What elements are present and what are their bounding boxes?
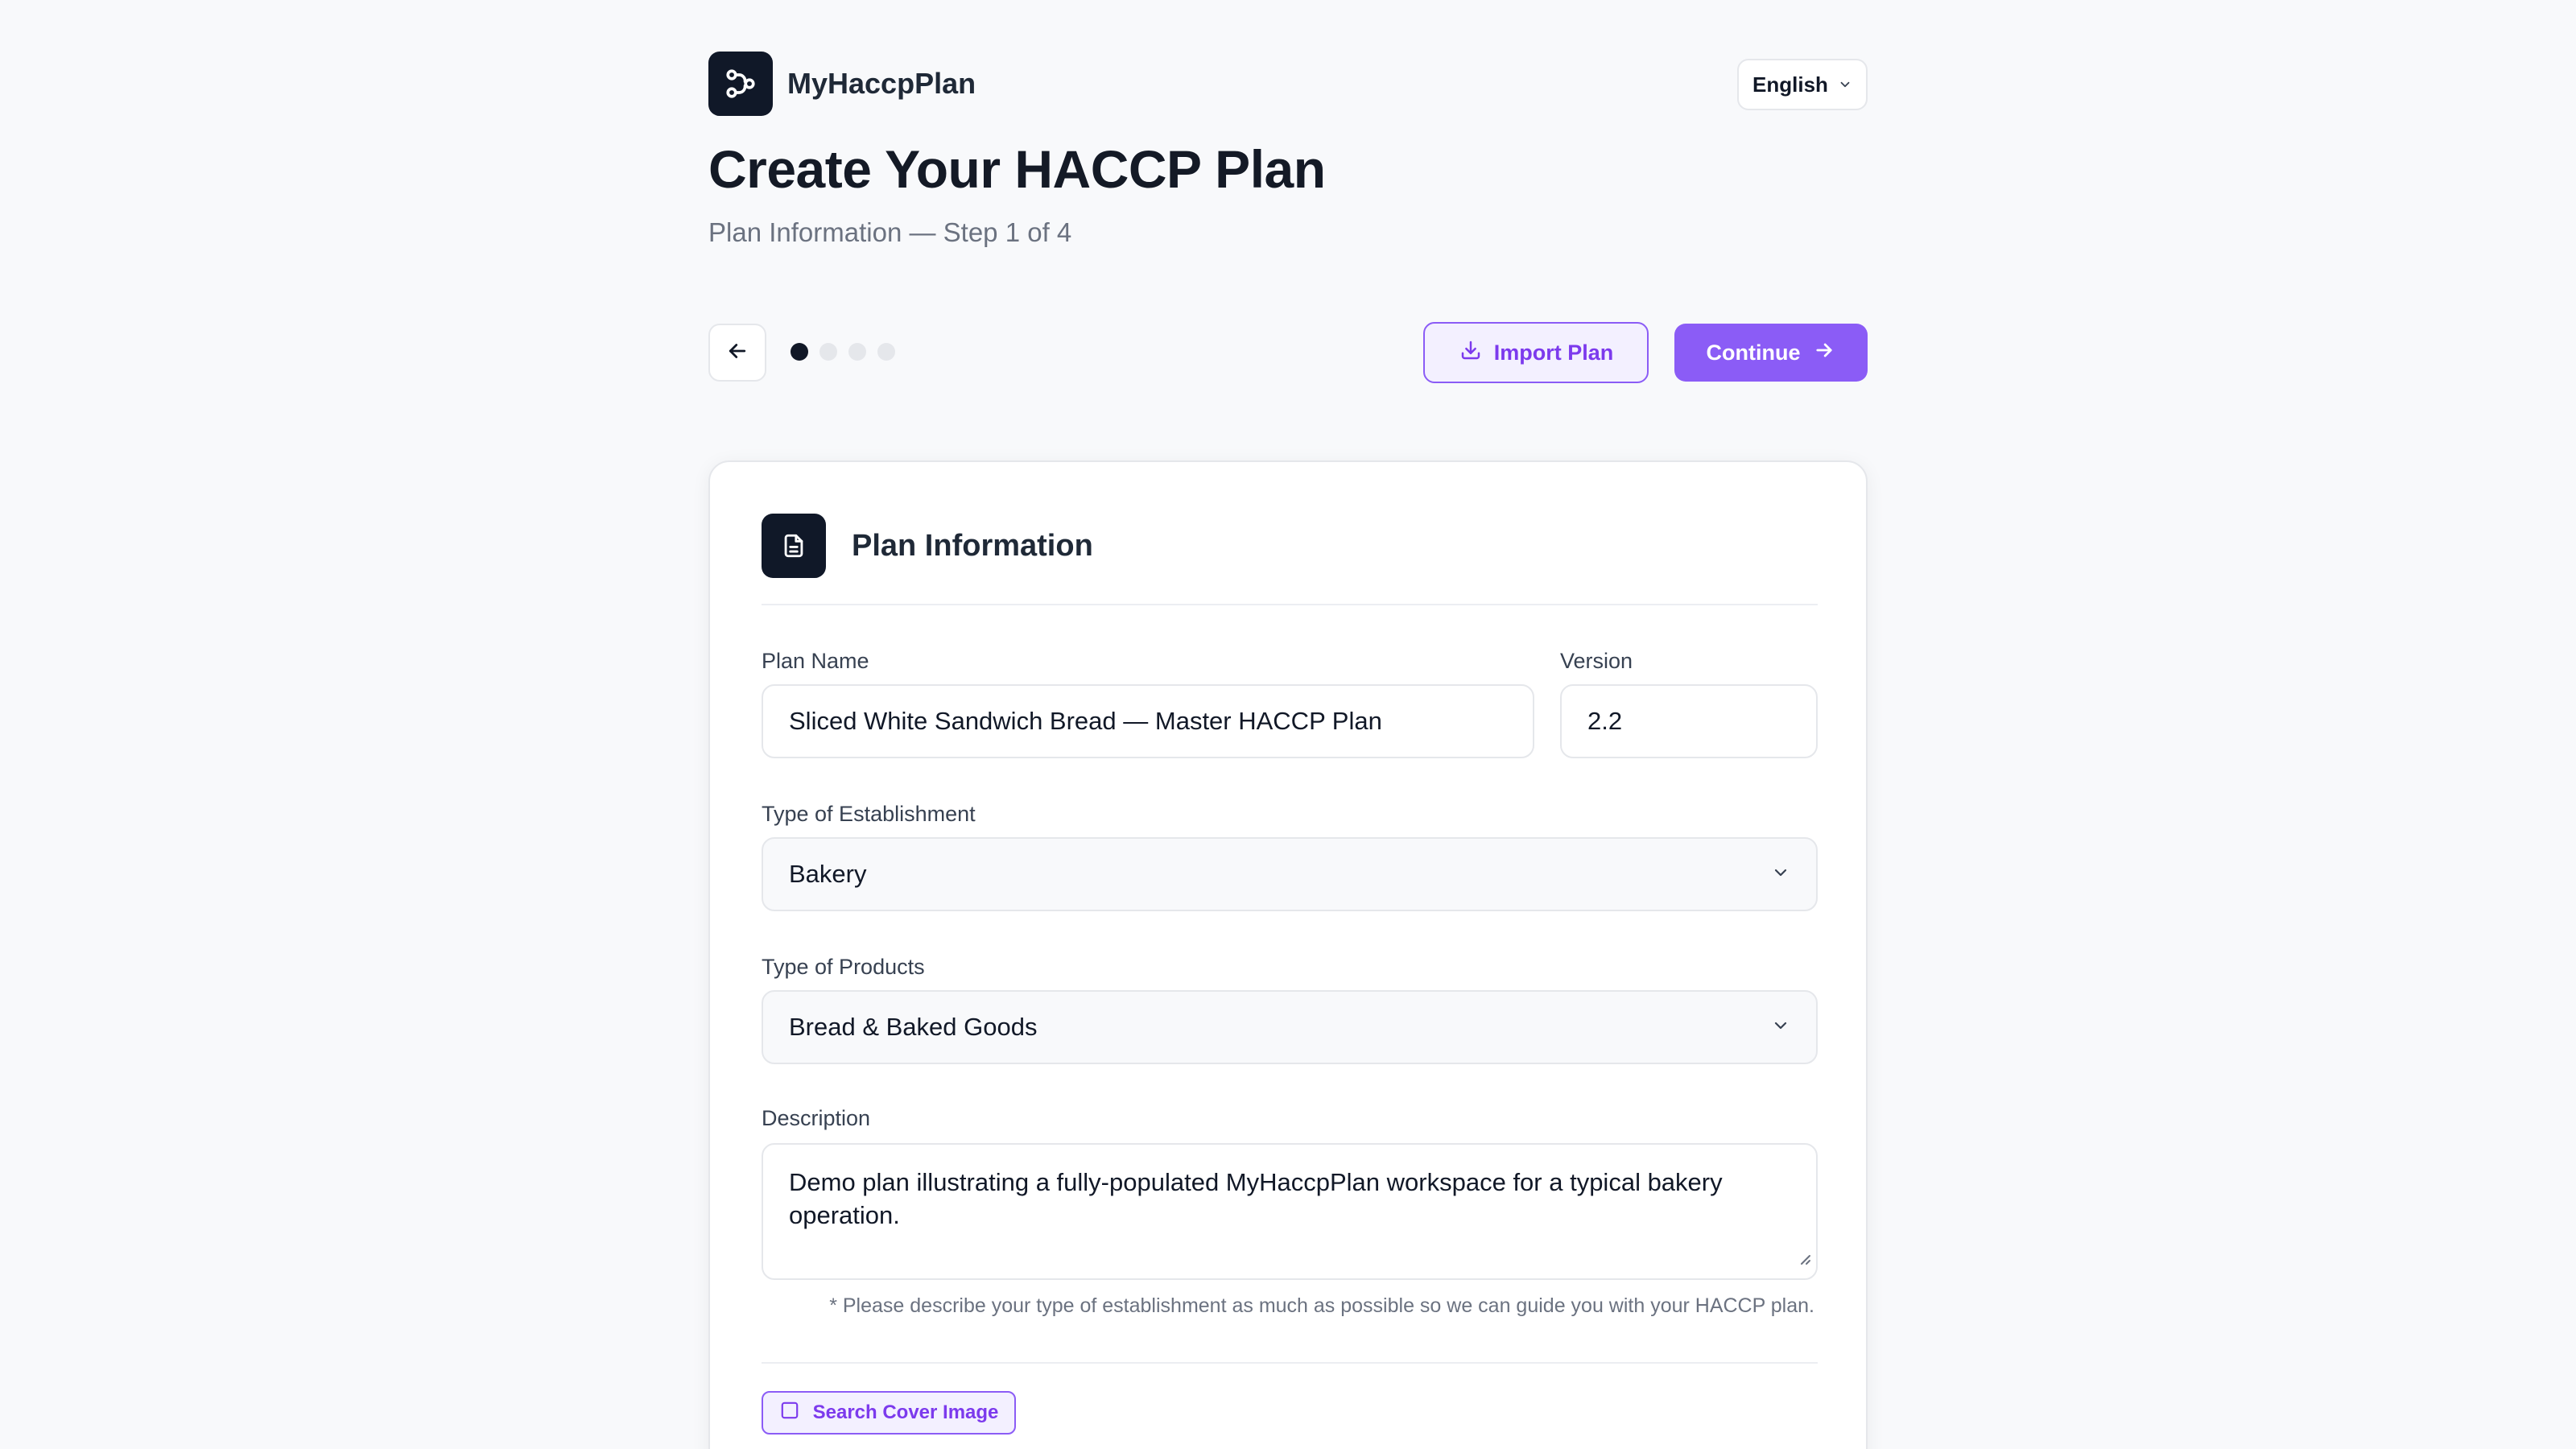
page-subtitle: Plan Information — Step 1 of 4 <box>708 217 1072 247</box>
brand-name: MyHaccpPlan <box>787 67 976 100</box>
back-button[interactable] <box>708 324 766 382</box>
import-plan-label: Import Plan <box>1493 340 1614 365</box>
page: MyHaccpPlan English Create Your HACCP Pl… <box>0 0 2576 1449</box>
version-value: 2.2 <box>1587 707 1623 735</box>
search-cover-image-button[interactable]: Search Cover Image <box>762 1391 1016 1435</box>
arrow-left-icon <box>725 339 749 367</box>
plan-information-card: Plan Information Plan Name Sliced White … <box>708 460 1868 1449</box>
language-label: English <box>1752 72 1828 97</box>
plan-name-label: Plan Name <box>762 649 869 673</box>
step-dot-2 <box>819 343 837 361</box>
establishment-value: Bakery <box>789 860 867 888</box>
card-header: Plan Information <box>762 514 1093 578</box>
page-title: Create Your HACCP Plan <box>708 139 1326 199</box>
version-input[interactable]: 2.2 <box>1560 684 1818 758</box>
step-dot-3 <box>848 343 866 361</box>
chevron-down-icon <box>1771 1013 1790 1042</box>
document-icon <box>762 514 826 578</box>
checkbox-icon <box>779 1400 800 1426</box>
continue-label: Continue <box>1706 340 1801 365</box>
divider <box>762 604 1818 605</box>
language-select[interactable]: English <box>1737 59 1868 110</box>
card-title: Plan Information <box>852 528 1093 563</box>
workflow-icon <box>708 52 773 116</box>
resize-grip-icon[interactable] <box>1797 1241 1811 1274</box>
download-icon <box>1459 338 1483 368</box>
chevron-down-icon <box>1771 860 1790 889</box>
arrow-right-icon <box>1813 339 1835 367</box>
step-indicator <box>791 343 895 361</box>
divider <box>762 1362 1818 1364</box>
products-value: Bread & Baked Goods <box>789 1013 1038 1041</box>
chevron-down-icon <box>1838 72 1852 97</box>
establishment-label: Type of Establishment <box>762 802 976 826</box>
search-cover-image-label: Search Cover Image <box>812 1402 999 1423</box>
description-textarea[interactable]: Demo plan illustrating a fully-populated… <box>762 1143 1818 1280</box>
brand[interactable]: MyHaccpPlan <box>708 52 976 116</box>
import-plan-button[interactable]: Import Plan <box>1423 322 1649 383</box>
step-dot-1 <box>791 343 808 361</box>
description-value: Demo plan illustrating a fully-populated… <box>789 1168 1723 1229</box>
version-label: Version <box>1560 649 1633 673</box>
plan-name-input[interactable]: Sliced White Sandwich Bread — Master HAC… <box>762 684 1534 758</box>
description-hint: * Please describe your type of establish… <box>829 1294 1814 1317</box>
description-label: Description <box>762 1106 871 1130</box>
establishment-select[interactable]: Bakery <box>762 837 1818 911</box>
continue-button[interactable]: Continue <box>1674 324 1868 382</box>
plan-name-value: Sliced White Sandwich Bread — Master HAC… <box>789 707 1382 735</box>
products-select[interactable]: Bread & Baked Goods <box>762 990 1818 1064</box>
step-dot-4 <box>877 343 895 361</box>
products-label: Type of Products <box>762 955 925 979</box>
